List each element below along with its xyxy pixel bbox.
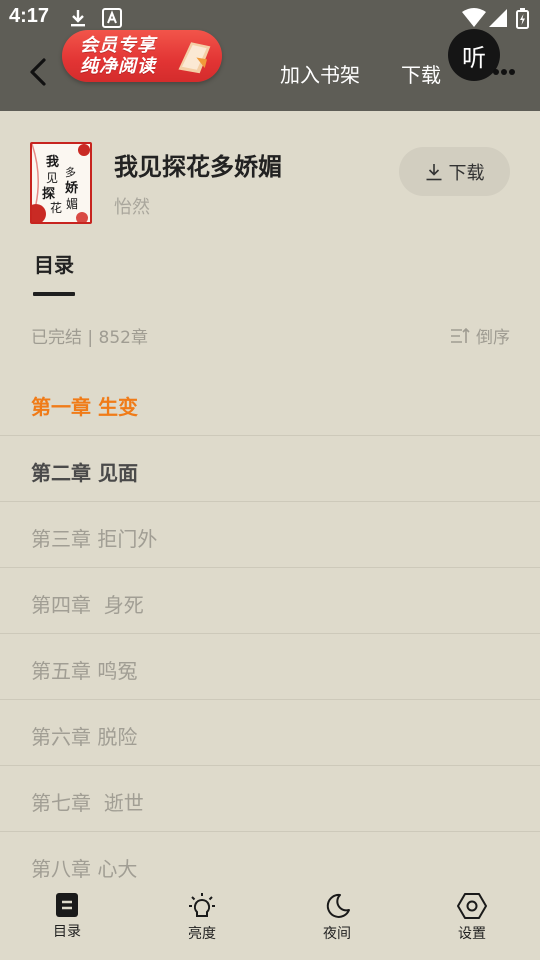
battery-charging-icon xyxy=(516,8,529,29)
chapter-title: 第六章 脱险 xyxy=(31,725,138,749)
svg-text:探: 探 xyxy=(42,186,55,202)
sort-label: 倒序 xyxy=(476,328,510,348)
toolbar-settings-label: 设置 xyxy=(458,926,486,942)
top-download-button[interactable]: 下载 xyxy=(401,59,441,88)
chapter-title: 第七章 逝世 xyxy=(31,791,144,815)
svg-text:媚: 媚 xyxy=(66,197,78,211)
svg-text:多: 多 xyxy=(65,165,76,179)
toolbar-settings-button[interactable]: 设置 xyxy=(432,892,512,943)
book-title: 我见探花多娇媚 xyxy=(114,153,282,181)
toolbar-brightness-label: 亮度 xyxy=(188,926,216,942)
book-author[interactable]: 怡然 xyxy=(114,193,150,219)
toolbar-night-label: 夜间 xyxy=(323,926,351,942)
chapter-item[interactable]: 第五章 鸣冤 xyxy=(0,634,540,700)
book-cover[interactable]: 我 见 探 花 多 娇 媚 xyxy=(30,142,92,224)
chapter-item[interactable]: 第七章 逝世 xyxy=(0,766,540,832)
bottom-toolbar: 目录 亮度 夜间 设置 xyxy=(0,884,540,960)
status-time: 4:17 xyxy=(9,5,50,27)
chapter-title: 第五章 鸣冤 xyxy=(31,659,138,683)
sort-order-button[interactable]: 倒序 xyxy=(450,323,510,348)
chapter-item[interactable]: 第一章 生变 xyxy=(0,370,540,436)
signal-icon xyxy=(489,9,507,27)
chapter-title: 第八章 心大 xyxy=(31,857,138,881)
vip-banner-line2: 纯净阅读 xyxy=(80,56,156,77)
vip-banner-line1: 会员专享 xyxy=(80,35,156,56)
add-to-shelf-button[interactable]: 加入书架 xyxy=(280,59,360,88)
toolbar-night-button[interactable]: 夜间 xyxy=(297,892,377,943)
chapter-title: 第四章 身死 xyxy=(31,593,144,617)
book-illustration-icon xyxy=(178,42,211,74)
sort-icon xyxy=(451,327,470,343)
list-icon xyxy=(56,893,78,917)
toolbar-brightness-button[interactable]: 亮度 xyxy=(162,892,242,943)
chapter-list: 第一章 生变 第二章 见面 第三章 拒门外 第四章 身死 第五章 鸣冤 第六章 … xyxy=(0,370,540,898)
listen-label: 听 xyxy=(462,43,486,72)
download-book-label: 下载 xyxy=(448,162,485,184)
download-icon xyxy=(426,163,441,180)
chapter-title: 第二章 见面 xyxy=(31,461,138,485)
toolbar-toc-button[interactable]: 目录 xyxy=(27,892,107,941)
wifi-icon xyxy=(462,8,486,27)
chapter-title: 第三章 拒门外 xyxy=(31,527,158,551)
brightness-icon xyxy=(189,893,215,917)
svg-text:花: 花 xyxy=(50,200,62,215)
download-notification-icon xyxy=(71,10,85,27)
chapter-title: 第一章 生变 xyxy=(31,395,138,419)
vip-promo-banner[interactable]: 会员专享 纯净阅读 xyxy=(62,30,222,82)
settings-hexagon-icon xyxy=(457,893,487,919)
tab-toc[interactable]: 目录 xyxy=(34,249,74,278)
chapter-item[interactable]: 第六章 脱险 xyxy=(0,700,540,766)
chapter-item[interactable]: 第四章 身死 xyxy=(0,568,540,634)
svg-text:见: 见 xyxy=(46,171,58,185)
tab-toc-indicator xyxy=(33,292,75,296)
svg-text:我: 我 xyxy=(46,154,59,170)
app-notification-icon xyxy=(102,8,122,28)
moon-icon xyxy=(326,893,350,918)
chapter-item[interactable]: 第三章 拒门外 xyxy=(0,502,540,568)
chapter-item[interactable]: 第二章 见面 xyxy=(0,436,540,502)
toc-status: 已完结 | 852章 xyxy=(31,328,148,348)
back-arrow-icon[interactable] xyxy=(24,54,56,90)
book-cover-art: 我 见 探 花 多 娇 媚 xyxy=(32,144,90,222)
toolbar-toc-label: 目录 xyxy=(53,924,81,940)
download-book-button[interactable]: 下载 xyxy=(399,147,510,196)
svg-text:娇: 娇 xyxy=(65,180,79,196)
more-options-icon[interactable] xyxy=(492,68,516,76)
